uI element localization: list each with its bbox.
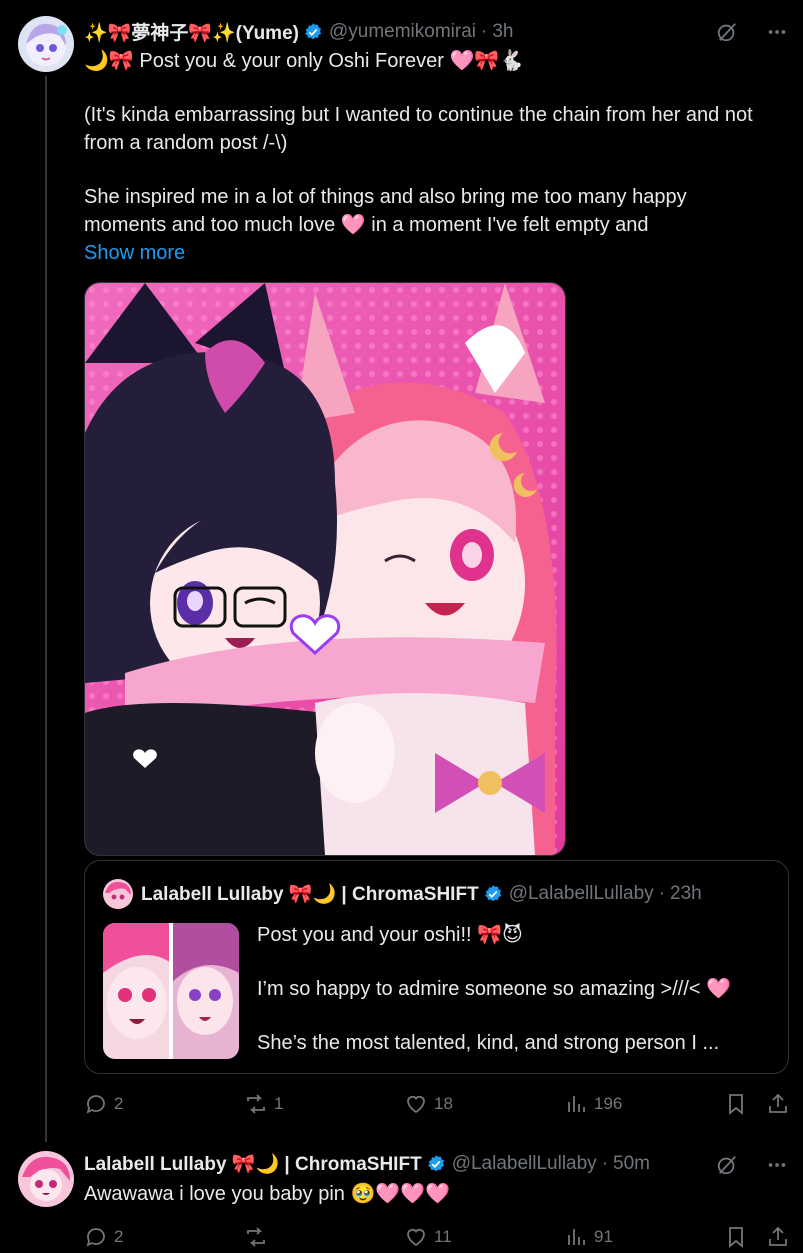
thread-connector-line <box>45 76 47 1142</box>
verified-badge-icon <box>483 884 503 904</box>
grok-icon[interactable] <box>715 20 739 44</box>
repost-count: 1 <box>274 1094 284 1113</box>
reply-text: Awawawa i love you baby pin 🥹🩷🩷🩷 <box>84 1180 774 1208</box>
quoted-post-header: Lalabell Lullaby 🎀🌙 | ChromaSHIFT @Lalab… <box>103 879 702 909</box>
show-more-link[interactable]: Show more <box>84 239 774 267</box>
grok-icon[interactable] <box>715 1153 739 1177</box>
reply-count: 2 <box>114 1227 124 1246</box>
views-icon <box>568 1096 585 1112</box>
reply-timestamp[interactable]: 50m <box>613 1153 650 1175</box>
quoted-author-display-name: Lalabell Lullaby 🎀🌙 | ChromaSHIFT <box>141 884 479 905</box>
quoted-post-timestamp: 23h <box>670 883 702 904</box>
separator-dot: · <box>658 883 666 904</box>
more-icon[interactable] <box>765 20 789 44</box>
bookmark-button[interactable] <box>724 1225 748 1249</box>
post-text-line-2: (It's kinda embarrassing but I wanted to… <box>84 104 753 154</box>
repost-icon <box>247 1227 265 1247</box>
like-icon <box>407 1228 425 1247</box>
quoted-author-avatar <box>103 879 133 909</box>
separator-dot: · <box>481 20 488 42</box>
reply-icon <box>86 1228 105 1247</box>
reply-top-actions <box>715 1153 789 1177</box>
reply-button[interactable]: 2 <box>84 1225 123 1249</box>
reply-icon <box>86 1095 105 1114</box>
like-button[interactable]: 18 <box>404 1092 453 1116</box>
share-icon <box>769 1226 787 1246</box>
like-count: 18 <box>434 1094 453 1113</box>
reply-button[interactable]: 2 <box>84 1092 123 1116</box>
views-count: 196 <box>594 1094 623 1113</box>
views-button[interactable]: 91 <box>564 1225 613 1249</box>
separator-dot: · <box>601 1153 609 1174</box>
post-text-line-3: She inspired me in a lot of things and a… <box>84 186 687 236</box>
quoted-post[interactable]: Lalabell Lullaby 🎀🌙 | ChromaSHIFT @Lalab… <box>84 860 789 1074</box>
author-display-name[interactable]: ✨🎀夢神子🎀✨(Yume) <box>84 18 299 45</box>
bookmark-icon <box>729 1227 743 1248</box>
post-image[interactable] <box>84 282 566 856</box>
author-avatar[interactable] <box>18 16 74 72</box>
post-header: ✨🎀夢神子🎀✨(Yume) @yumemikomirai · 3h <box>84 18 513 45</box>
more-icon[interactable] <box>765 1153 789 1177</box>
post-top-actions <box>715 20 789 44</box>
quoted-text-line-1: Post you and your oshi!! 🎀😈 <box>257 924 523 946</box>
reply-count: 2 <box>114 1094 124 1113</box>
repost-button[interactable] <box>244 1225 274 1249</box>
reply-author-display-name[interactable]: Lalabell Lullaby 🎀🌙 | ChromaSHIFT <box>84 1152 422 1176</box>
post-timestamp[interactable]: 3h <box>492 21 513 43</box>
reply-author-avatar[interactable] <box>18 1151 74 1207</box>
like-count: 11 <box>434 1227 452 1246</box>
like-button[interactable]: 11 <box>404 1225 452 1249</box>
like-icon <box>407 1095 425 1114</box>
bookmark-icon <box>729 1094 743 1115</box>
quoted-text-line-2: I’m so happy to admire someone so amazin… <box>257 978 732 1000</box>
reply-header: Lalabell Lullaby 🎀🌙 | ChromaSHIFT @Lalab… <box>84 1152 650 1176</box>
quoted-author-handle: @LalabellLullaby <box>508 883 654 904</box>
share-button[interactable] <box>766 1225 790 1249</box>
share-icon <box>769 1093 787 1113</box>
share-button[interactable] <box>766 1092 790 1116</box>
reply-author-handle[interactable]: @LalabellLullaby <box>452 1153 597 1175</box>
views-icon <box>568 1229 585 1245</box>
author-handle[interactable]: @yumemikomirai <box>329 21 476 43</box>
bookmark-button[interactable] <box>724 1092 748 1116</box>
repost-icon <box>247 1094 265 1114</box>
views-count: 91 <box>594 1227 613 1246</box>
post-text-line-1: 🌙🎀 Post you & your only Oshi Forever 🩷🎀🐇 <box>84 50 525 72</box>
views-button[interactable]: 196 <box>564 1092 622 1116</box>
post-action-bar: 2 1 18 196 <box>84 1092 792 1120</box>
reply-text-line: Awawawa i love you baby pin 🥹🩷🩷🩷 <box>84 1183 451 1205</box>
post-image-illustration <box>85 283 565 855</box>
verified-badge-icon <box>303 22 323 42</box>
quoted-text-line-3: She’s the most talented, kind, and stron… <box>257 1032 720 1054</box>
verified-badge-icon <box>426 1154 446 1174</box>
post-text: 🌙🎀 Post you & your only Oshi Forever 🩷🎀🐇… <box>84 47 774 267</box>
repost-button[interactable]: 1 <box>244 1092 283 1116</box>
quoted-post-image <box>103 923 239 1059</box>
quoted-post-text: Post you and your oshi!! 🎀😈 I’m so happy… <box>257 921 777 1057</box>
